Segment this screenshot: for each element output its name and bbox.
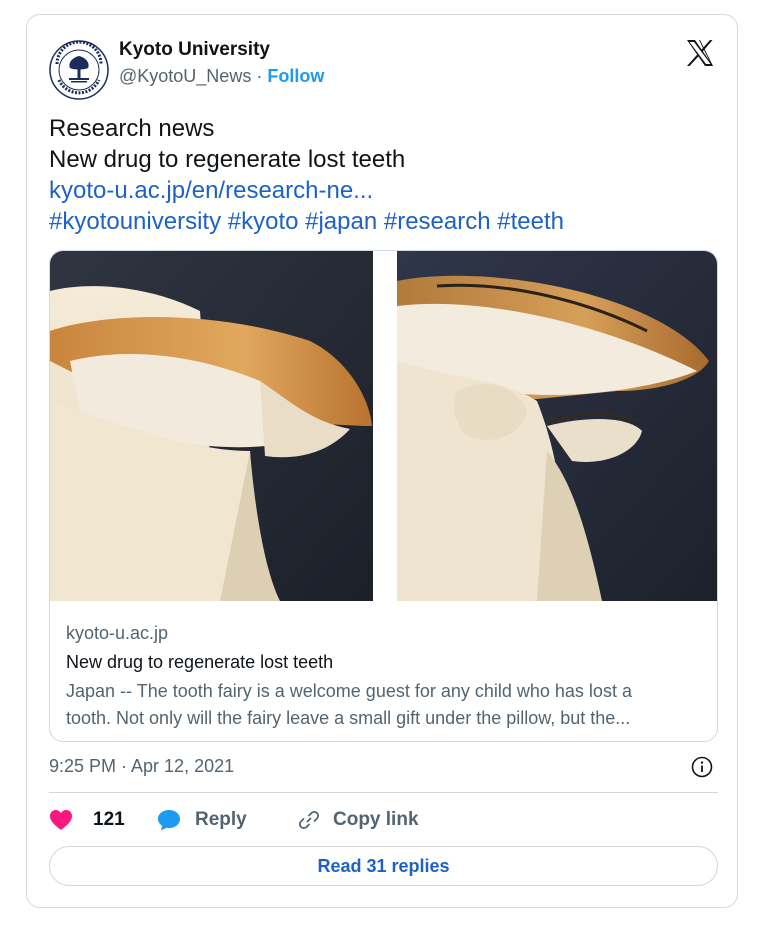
preview-description-line-1: Japan -- The tooth fairy is a welcome gu…: [66, 681, 632, 701]
author-name[interactable]: Kyoto University: [119, 39, 270, 61]
tweet-timestamp[interactable]: 9:25 PM · Apr 12, 2021: [49, 756, 234, 777]
preview-domain: kyoto-u.ac.jp: [66, 623, 169, 643]
preview-description-line-2: tooth. Not only will the fairy leave a s…: [66, 708, 631, 728]
action-bar: 121 Reply Copy link: [49, 805, 718, 835]
heart-icon: [50, 810, 72, 830]
like-count: 121: [93, 809, 125, 830]
preview-title: New drug to regenerate lost teeth: [66, 652, 334, 672]
reply-button[interactable]: Reply: [157, 805, 247, 835]
read-replies-button[interactable]: Read 31 replies: [49, 846, 718, 886]
like-button[interactable]: 121: [49, 805, 125, 835]
x-logo-icon[interactable]: [685, 39, 715, 67]
tweet-card: Kyoto University @KyotoU_News · Follow R…: [26, 14, 738, 908]
reply-label: Reply: [195, 809, 247, 830]
separator-dot: ·: [256, 66, 263, 86]
preview-image-right: [397, 251, 717, 601]
university-seal-avatar[interactable]: [49, 40, 109, 100]
copy-link-button[interactable]: Copy link: [297, 805, 419, 835]
tweet-text: Research news New drug to regenerate los…: [49, 113, 719, 237]
follow-link[interactable]: Follow: [267, 66, 324, 86]
tweet-line-2: New drug to regenerate lost teeth: [49, 146, 406, 173]
copy-link-label: Copy link: [333, 809, 419, 830]
author-handle[interactable]: @KyotoU_News: [119, 66, 251, 86]
author-handle-row: @KyotoU_News · Follow: [119, 66, 324, 87]
preview-image-left: [50, 251, 373, 601]
tweet-hashtags[interactable]: #kyotouniversity #kyoto #japan #research…: [49, 206, 719, 237]
info-icon[interactable]: [691, 756, 713, 778]
preview-images: [50, 251, 717, 601]
reply-bubble-icon: [158, 810, 180, 831]
divider: [49, 792, 718, 793]
tweet-line-1: Research news: [49, 115, 215, 142]
tweet-url-link[interactable]: kyoto-u.ac.jp/en/research-ne...: [49, 175, 719, 206]
link-preview-card[interactable]: kyoto-u.ac.jp New drug to regenerate los…: [49, 250, 718, 742]
link-icon: [298, 810, 320, 830]
preview-description: Japan -- The tooth fairy is a welcome gu…: [66, 678, 711, 732]
